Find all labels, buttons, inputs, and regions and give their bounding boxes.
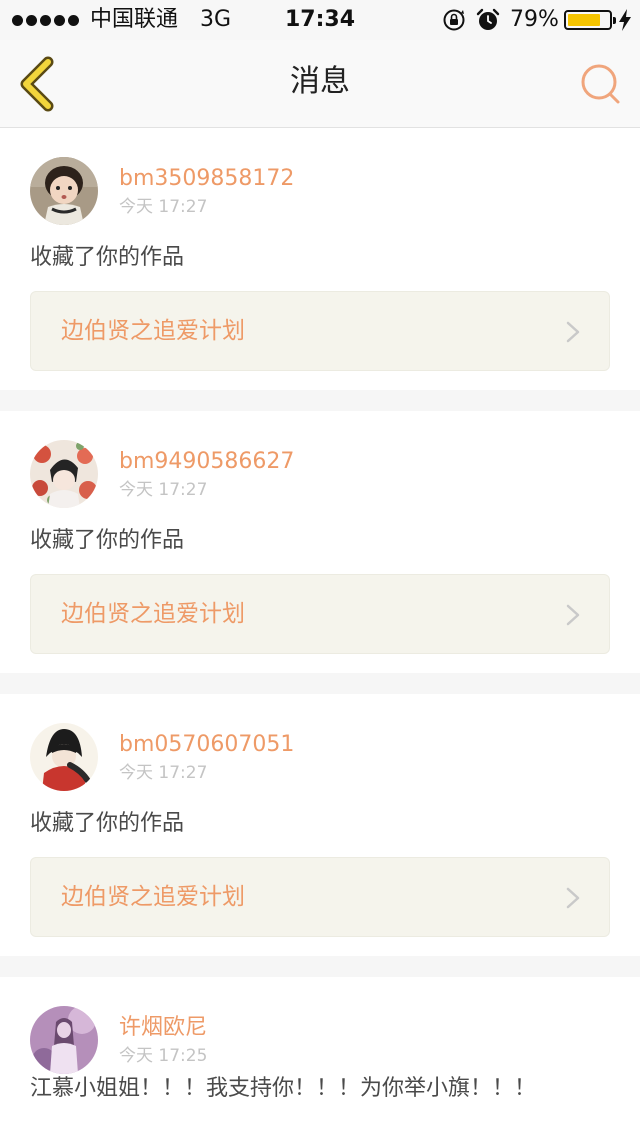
message-card: bm0570607051 今天 17:27 收藏了你的作品 边伯贤之追爱计划 — [0, 694, 640, 956]
status-bar: 中国联通 3G 17:34 79% — [0, 0, 640, 40]
chevron-right-icon — [566, 604, 580, 626]
avatar[interactable] — [30, 440, 98, 508]
battery-icon — [564, 10, 616, 30]
chevron-right-icon — [566, 321, 580, 343]
message-card: bm3509858172 今天 17:27 收藏了你的作品 边伯贤之追爱计划 — [0, 128, 640, 390]
comment-text: 江慕小姐姐！！！我支持你！！！为你举小旗！！！ — [30, 1076, 537, 1101]
navigation-bar: 消息 — [0, 40, 640, 128]
timestamp: 今天 17:27 — [119, 197, 208, 217]
work-title: 边伯贤之追爱计划 — [61, 318, 245, 344]
chevron-right-icon — [566, 887, 580, 909]
work-title: 边伯贤之追爱计划 — [61, 884, 245, 910]
work-link[interactable]: 边伯贤之追爱计划 — [30, 291, 610, 371]
message-list: bm3509858172 今天 17:27 收藏了你的作品 边伯贤之追爱计划 b… — [0, 128, 640, 1136]
timestamp: 今天 17:25 — [119, 1046, 208, 1066]
message-card: 许烟欧尼 今天 17:25 江慕小姐姐！！！我支持你！！！为你举小旗！！！ — [0, 977, 640, 1136]
message-card: bm9490586627 今天 17:27 收藏了你的作品 边伯贤之追爱计划 — [0, 411, 640, 673]
username[interactable]: 许烟欧尼 — [119, 1015, 207, 1041]
username[interactable]: bm3509858172 — [119, 166, 294, 192]
avatar[interactable] — [30, 723, 98, 791]
battery-percent: 79% — [510, 7, 559, 32]
avatar[interactable] — [30, 157, 98, 225]
work-link[interactable]: 边伯贤之追爱计划 — [30, 857, 610, 937]
page-title: 消息 — [290, 64, 350, 99]
action-text: 收藏了你的作品 — [30, 245, 185, 270]
timestamp: 今天 17:27 — [119, 480, 208, 500]
timestamp: 今天 17:27 — [119, 763, 208, 783]
username[interactable]: bm0570607051 — [119, 732, 294, 758]
avatar[interactable] — [30, 1006, 98, 1074]
work-title: 边伯贤之追爱计划 — [61, 601, 245, 627]
search-icon[interactable] — [576, 60, 624, 108]
rotation-lock-icon — [443, 9, 465, 31]
charging-bolt-icon — [619, 9, 631, 31]
username[interactable]: bm9490586627 — [119, 449, 294, 475]
action-text: 收藏了你的作品 — [30, 811, 185, 836]
action-text: 收藏了你的作品 — [30, 528, 185, 553]
alarm-icon — [476, 8, 500, 30]
work-link[interactable]: 边伯贤之追爱计划 — [30, 574, 610, 654]
